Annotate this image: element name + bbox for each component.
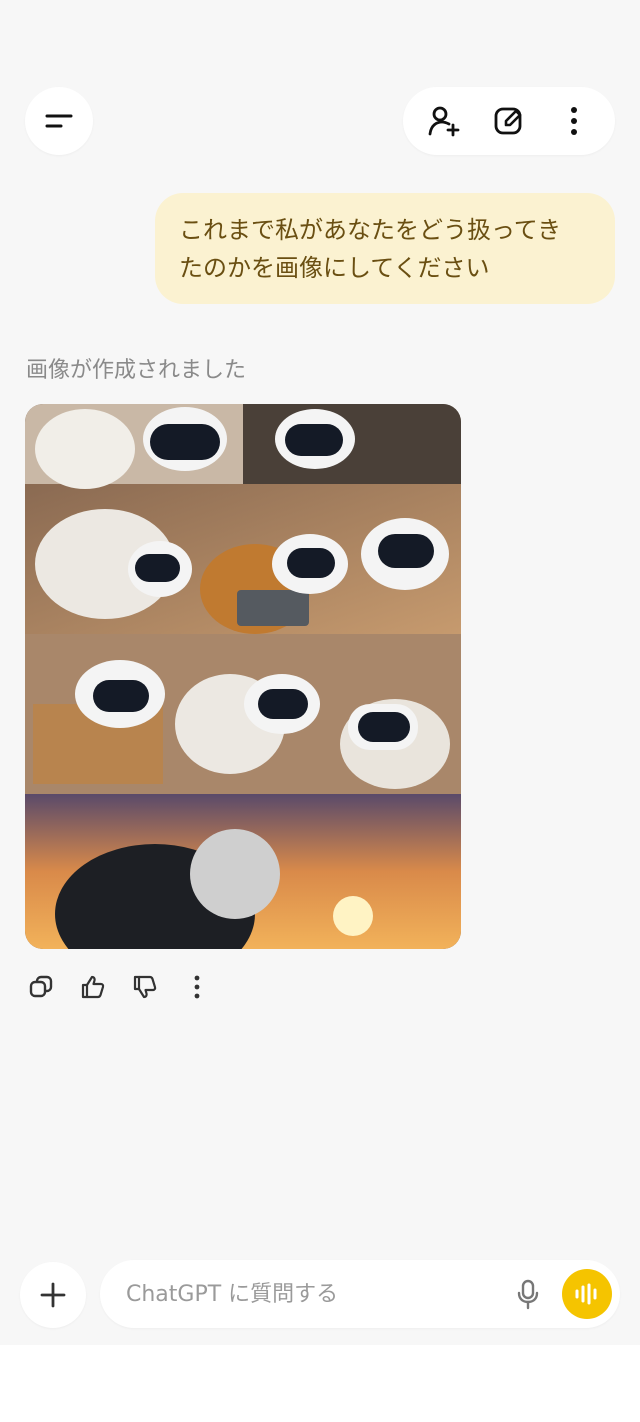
more-icon [194, 975, 200, 999]
image-created-status: 画像が作成されました [26, 358, 247, 383]
generated-image[interactable] [25, 404, 461, 949]
thumbs-up-button[interactable] [74, 968, 112, 1006]
user-message-line: これまで私があなたをどう扱ってき [179, 216, 562, 244]
top-actions [403, 87, 615, 155]
thumbs-down-button[interactable] [126, 968, 164, 1006]
message-input[interactable] [124, 1280, 508, 1308]
add-attachment-button[interactable] [20, 1262, 86, 1328]
message-more-button[interactable] [178, 968, 216, 1006]
voice-mode-button[interactable] [562, 1269, 612, 1319]
microphone-button[interactable] [508, 1274, 548, 1314]
more-vertical-icon [571, 107, 578, 135]
more-options-button[interactable] [548, 95, 600, 147]
add-person-icon [428, 106, 460, 137]
composer [100, 1260, 620, 1328]
new-chat-button[interactable] [483, 95, 535, 147]
bottom-safe-area [0, 1345, 640, 1422]
waveform-icon [575, 1283, 597, 1305]
microphone-icon [517, 1279, 539, 1310]
plus-icon [40, 1282, 66, 1308]
copy-button[interactable] [22, 968, 60, 1006]
menu-button[interactable] [25, 87, 93, 155]
add-person-button[interactable] [418, 95, 470, 147]
user-message-line: たのかを画像にしてください [179, 254, 490, 282]
edit-icon [494, 107, 522, 135]
thumbs-down-icon [133, 975, 157, 999]
thumbs-up-icon [81, 975, 105, 999]
menu-icon [45, 114, 73, 128]
message-actions [22, 968, 216, 1006]
copy-icon [29, 975, 53, 998]
user-message-bubble: これまで私があなたをどう扱ってき たのかを画像にしてください [155, 193, 615, 304]
